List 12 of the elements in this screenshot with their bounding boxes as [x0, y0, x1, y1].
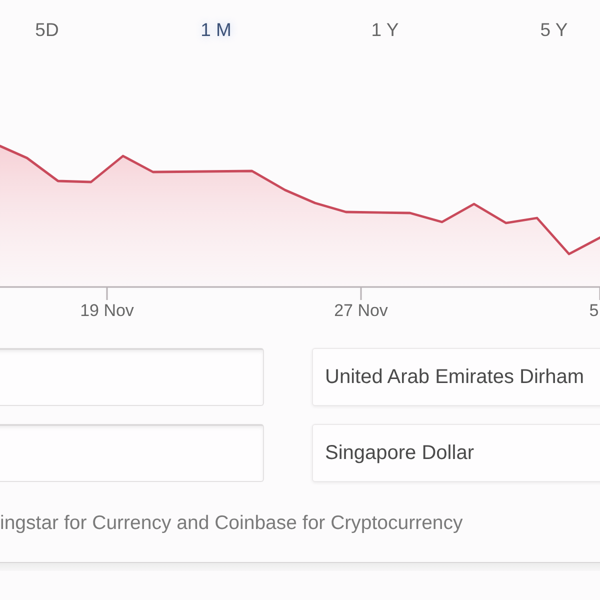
- amount-field[interactable]: [0, 348, 264, 406]
- axis-label: 27 Nov: [334, 301, 388, 320]
- range-tab[interactable]: 1 Y: [345, 18, 425, 42]
- currency-select[interactable]: United Arab Emirates Dirham: [312, 348, 600, 406]
- range-tab[interactable]: 1 M: [176, 18, 256, 42]
- source-note: ingstar for Currency and Coinbase for Cryptocurrency: [0, 512, 464, 534]
- axis-label: 19 Nov: [80, 301, 134, 320]
- range-tab[interactable]: 5 Y: [514, 18, 594, 42]
- amount-field[interactable]: [0, 424, 264, 482]
- range-tab[interactable]: 5D: [7, 18, 87, 42]
- axis-label: 5: [589, 301, 599, 320]
- currency-select[interactable]: Singapore Dollar: [312, 424, 600, 482]
